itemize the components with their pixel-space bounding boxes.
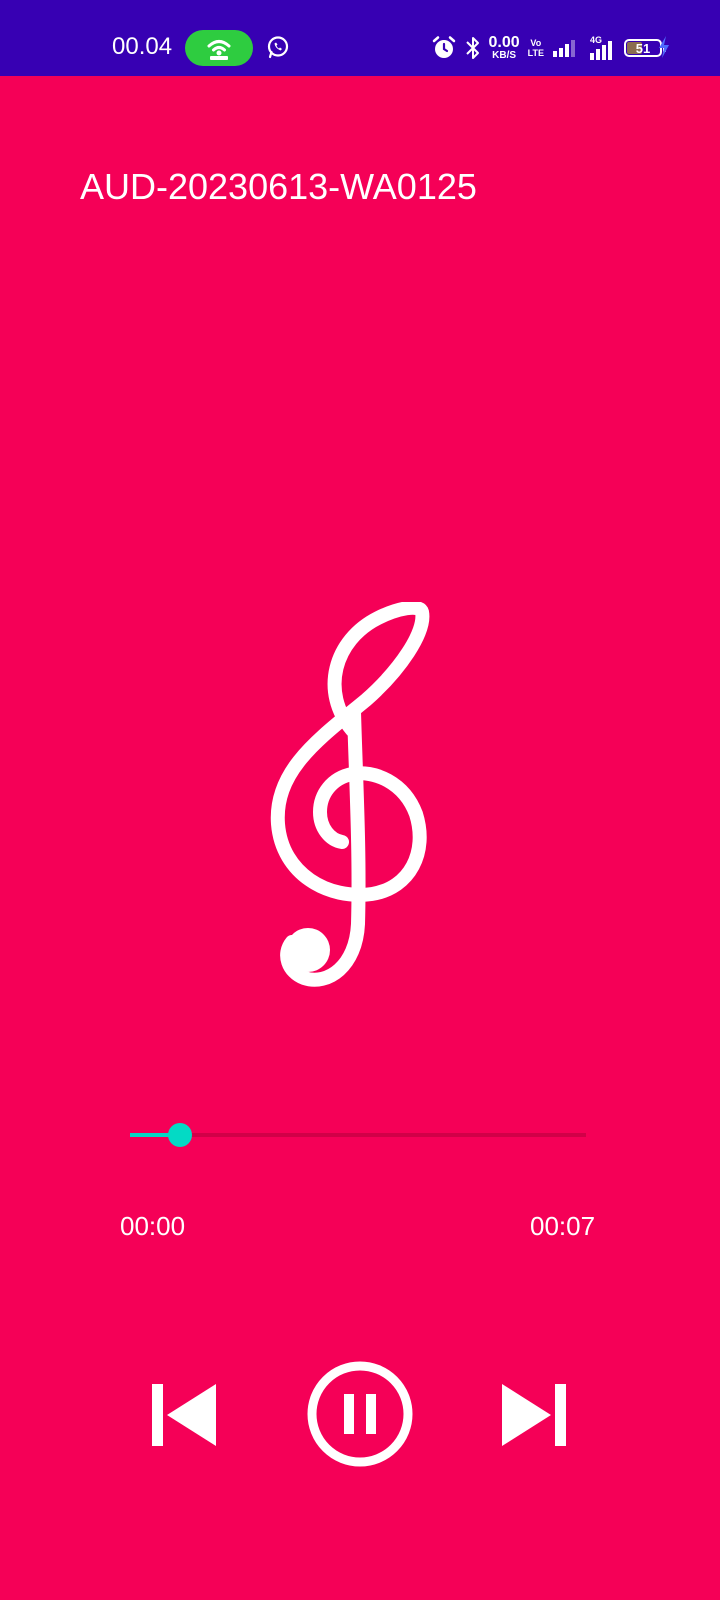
seek-bar[interactable]: [130, 1122, 586, 1148]
current-time: 00:00: [120, 1211, 186, 1241]
net-speed-unit: KB/S: [492, 49, 517, 61]
signal-4g-icon: [590, 41, 612, 60]
charging-icon: [659, 36, 669, 58]
volte-top: Vo: [530, 38, 542, 48]
net-speed: 0.00 KB/S: [488, 33, 520, 62]
previous-button[interactable]: [150, 1382, 218, 1448]
battery-icon: 51: [624, 39, 666, 57]
volte-badge: Vo LTE: [528, 38, 544, 58]
signal-icon: [553, 40, 575, 57]
status-time: 00.04: [112, 33, 173, 60]
pause-button[interactable]: [306, 1360, 414, 1468]
signal-4g: 4G: [586, 35, 616, 61]
alarm-icon: [432, 36, 455, 58]
next-button[interactable]: [500, 1382, 568, 1448]
net-speed-value: 0.00: [488, 33, 520, 51]
battery-level: 51: [635, 40, 651, 56]
hotspot-icon: [207, 40, 231, 60]
whatsapp-icon: [267, 36, 289, 59]
bluetooth-icon: [465, 37, 479, 59]
pause-circle-icon: [307, 1361, 413, 1467]
skip-next-icon: [502, 1384, 566, 1446]
treble-clef-icon: [270, 602, 430, 987]
hotspot-pill[interactable]: [185, 30, 253, 66]
skip-previous-icon: [152, 1384, 216, 1446]
status-bar: 00.04 0.00 KB/S Vo LTE 4G 51: [0, 0, 720, 76]
total-time: 00:07: [530, 1211, 596, 1241]
status-right-icons: 0.00 KB/S Vo LTE 4G 51: [431, 30, 666, 66]
seek-thumb[interactable]: [168, 1123, 193, 1147]
seek-track: [130, 1133, 586, 1137]
volte-bottom: LTE: [527, 48, 544, 58]
track-title: AUD-20230613-WA0125: [80, 166, 477, 207]
player-screen: AUD-20230613-WA0125 00:00 00:07: [0, 76, 720, 1600]
